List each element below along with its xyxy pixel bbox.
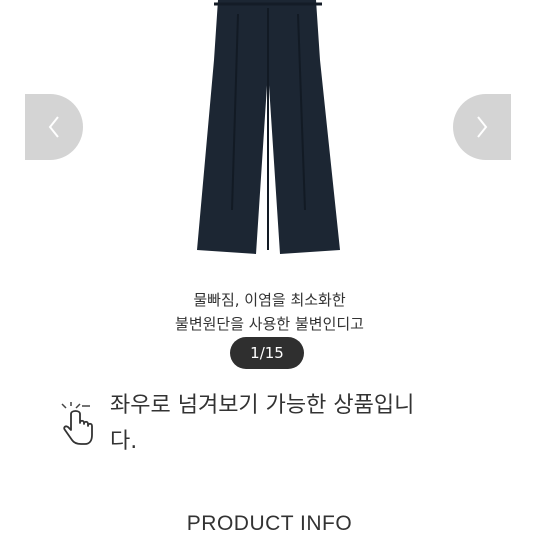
- chevron-right-icon: [477, 116, 488, 138]
- caption-line-2: 불변원단을 사용한 불변인디고: [175, 315, 364, 333]
- hand-swipe-icon: [61, 402, 93, 445]
- image-caption: 물빠짐, 이염을 최소화한 불변원단을 사용한 불변인디고: [0, 288, 539, 336]
- swipe-notice-line-1: 좌우로 넘겨보기 가능한 상품입니: [110, 393, 415, 418]
- next-slide-button[interactable]: [453, 94, 511, 160]
- swipe-notice-line-2: 다.: [110, 429, 138, 454]
- section-title-product-info: PRODUCT INFO: [186, 512, 353, 535]
- caption-line-1: 물빠짐, 이염을 최소화한: [193, 291, 346, 309]
- product-carousel[interactable]: 물빠짐, 이염을 최소화한 불변원단을 사용한 불변인디고 1/15: [0, 0, 539, 375]
- slide-counter: 1/15: [230, 337, 304, 369]
- chevron-left-icon: [48, 116, 59, 138]
